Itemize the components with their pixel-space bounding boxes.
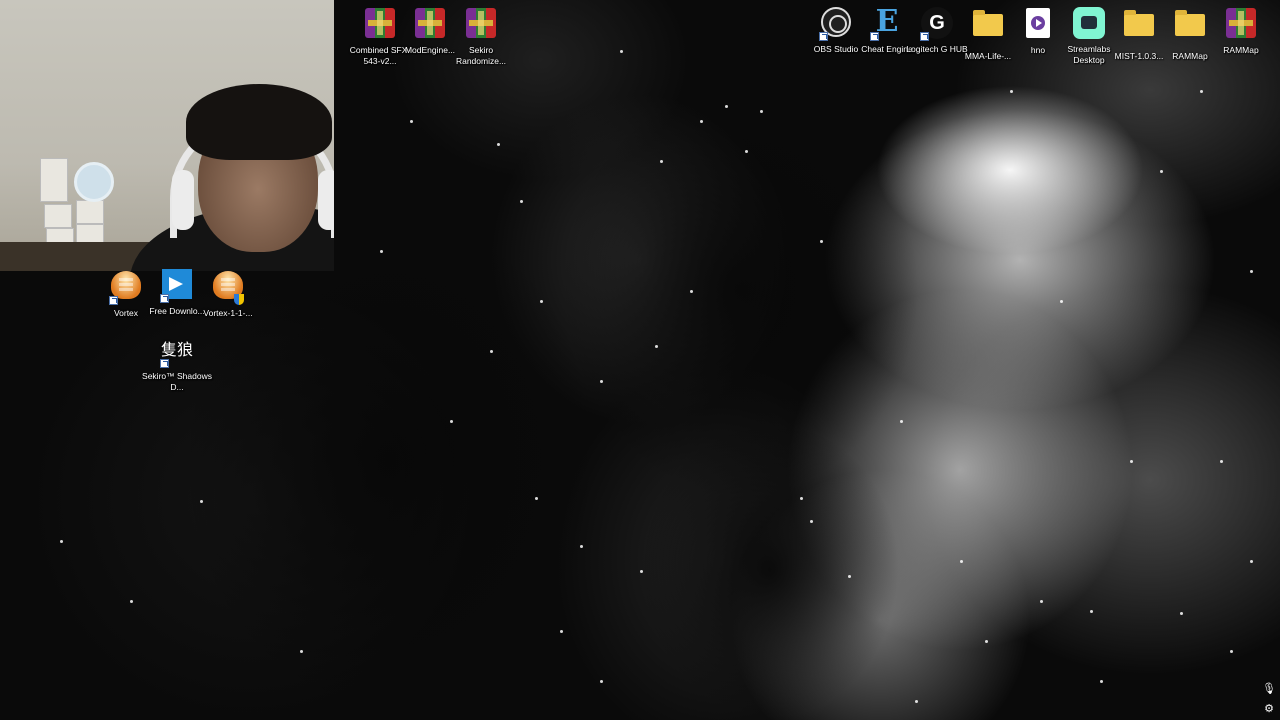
star [60,540,63,543]
star [300,650,303,653]
star [900,420,903,423]
star [1060,300,1063,303]
media-file-icon [1021,8,1055,42]
star [1130,460,1133,463]
shortcut-arrow-icon [109,296,118,305]
star [497,143,500,146]
star [580,545,583,548]
star [800,497,803,500]
settings-icon[interactable]: ⚙ [1262,702,1276,716]
star [1090,610,1093,613]
folder-icon [1173,10,1207,48]
star [1010,90,1013,93]
star [600,680,603,683]
star [640,570,643,573]
desktop-icon-label: RAMMap [1223,45,1259,55]
star [1230,650,1233,653]
shortcut-arrow-icon [870,32,879,41]
star [490,350,493,353]
person-hair [186,84,332,160]
star [915,700,918,703]
star [1180,612,1183,615]
sekiro-icon: 隻狼 [160,334,194,368]
star [600,380,603,383]
uac-shield-icon [234,294,244,305]
star [450,420,453,423]
headset-earcup [172,170,194,230]
star [655,345,658,348]
star [700,120,703,123]
wall-photo [44,204,72,228]
vortex-icon [109,271,143,305]
obs-studio-icon [819,7,853,41]
star [660,160,663,163]
vortex-installer-icon [211,271,245,305]
shortcut-arrow-icon [160,359,169,368]
shortcut-arrow-icon [920,32,929,41]
star [1250,270,1253,273]
star [745,150,748,153]
star [540,300,543,303]
desktop-icon-sekiro-randomizer[interactable]: Sekiro Randomize... [443,6,519,66]
winrar-archive-icon [464,8,498,42]
wall-photo [40,158,68,202]
star [410,120,413,123]
star [560,630,563,633]
desktop-icon-label: Sekiro Randomize... [455,45,507,66]
star [380,250,383,253]
star [535,497,538,500]
desktop-icon-label: Sekiro™ Shadows D... [142,371,212,392]
webcam-overlay [0,0,334,271]
headset-earcup [318,170,334,230]
winrar-archive-icon [413,8,447,42]
star [960,560,963,563]
desktop-icon-sekiro[interactable]: 隻狼 Sekiro™ Shadows D... [139,333,215,392]
folder-icon [1122,10,1156,48]
wall-photo [76,200,104,224]
star [1100,680,1103,683]
star [760,110,763,113]
star [520,200,523,203]
star [820,240,823,243]
desktop-icon-rammap-archive[interactable]: RAMMap [1203,6,1279,56]
star [985,640,988,643]
star [1040,600,1043,603]
star [810,520,813,523]
shortcut-arrow-icon [819,32,828,41]
desktop-icon-label: Vortex-1-1-... [203,308,253,318]
star [1220,460,1223,463]
star [848,575,851,578]
free-download-manager-icon [160,269,194,303]
wall-clock [74,162,114,202]
nebula-dark-cloud [640,420,900,720]
star [620,50,623,53]
star [1160,170,1163,173]
winrar-archive-icon [1224,8,1258,42]
star [1250,560,1253,563]
logitech-g-hub-icon: G [920,7,954,41]
shortcut-arrow-icon [160,294,169,303]
star [690,290,693,293]
microphone-icon[interactable]: 🎙 [1262,682,1276,696]
star [725,105,728,108]
star [200,500,203,503]
desktop-icon-vortex-installer[interactable]: Vortex-1-1-... [190,268,266,319]
star [1200,90,1203,93]
star [130,600,133,603]
